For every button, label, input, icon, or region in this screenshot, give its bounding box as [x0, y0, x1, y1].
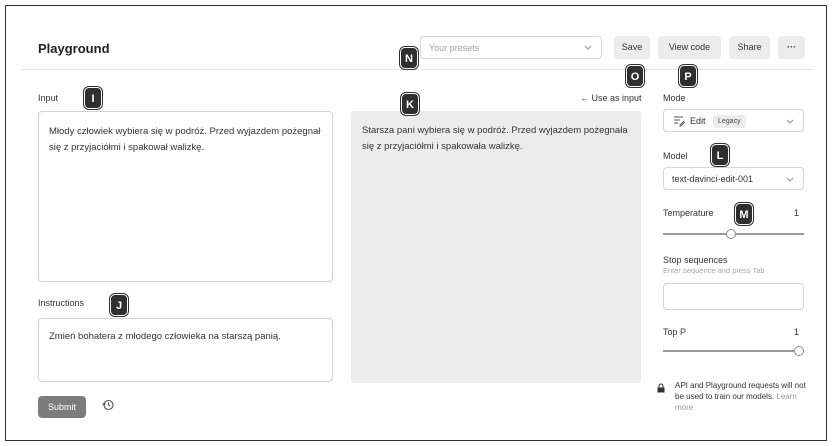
privacy-notice: API and Playground requests will not be …	[675, 380, 809, 413]
use-as-input-link[interactable]: ← Use as input	[580, 93, 642, 103]
page-title: Playground	[38, 41, 110, 56]
view-code-button[interactable]: View code	[658, 36, 721, 59]
output-panel: Starsza pani wybiera się w podróż. Przed…	[351, 111, 641, 383]
stop-sequences-label: Stop sequences	[663, 255, 728, 265]
mode-label: Mode	[663, 93, 686, 103]
marker-m: M	[735, 203, 753, 225]
submit-button[interactable]: Submit	[38, 396, 86, 418]
input-label: Input	[38, 93, 59, 103]
top-p-slider-thumb[interactable]	[794, 346, 804, 356]
stop-sequences-help: Enter sequence and press Tab	[663, 266, 765, 275]
top-p-value[interactable]: 1	[794, 327, 799, 337]
edit-mode-icon	[674, 116, 685, 127]
model-label: Model	[663, 151, 688, 161]
temperature-label: Temperature	[663, 208, 714, 218]
chevron-down-icon	[584, 45, 592, 50]
marker-p: P	[679, 65, 697, 87]
mode-value: Edit	[690, 116, 706, 126]
marker-n: N	[400, 47, 418, 69]
more-options-button[interactable]: ···	[778, 36, 805, 59]
top-p-label: Top P	[663, 327, 687, 337]
model-value: text-davinci-edit-001	[672, 174, 754, 184]
presets-dropdown[interactable]: Your presets	[420, 36, 602, 59]
marker-j: J	[110, 294, 128, 316]
share-button[interactable]: Share	[729, 36, 770, 59]
input-textarea[interactable]: Młody człowiek wybiera się w podróż. Prz…	[38, 111, 333, 282]
marker-o: O	[626, 65, 644, 87]
legacy-badge: Legacy	[713, 115, 746, 128]
top-p-slider-track[interactable]	[663, 350, 804, 352]
history-icon[interactable]	[101, 398, 115, 412]
marker-k: K	[401, 93, 419, 115]
chevron-down-icon	[786, 119, 794, 124]
lock-icon	[657, 383, 665, 393]
temperature-slider-thumb[interactable]	[726, 229, 736, 239]
stop-sequences-input[interactable]	[663, 283, 804, 310]
temperature-value[interactable]: 1	[794, 208, 799, 218]
chevron-down-icon	[786, 177, 794, 182]
presets-placeholder: Your presets	[429, 43, 480, 53]
model-select[interactable]: text-davinci-edit-001	[663, 167, 804, 190]
marker-i: I	[84, 87, 102, 109]
mode-select[interactable]: Edit Legacy	[663, 109, 804, 132]
save-button[interactable]: Save	[614, 36, 650, 59]
marker-l: L	[711, 144, 729, 166]
instructions-textarea[interactable]: Zmień bohatera z młodego człowieka na st…	[38, 318, 333, 382]
instructions-label: Instructions	[38, 298, 85, 308]
